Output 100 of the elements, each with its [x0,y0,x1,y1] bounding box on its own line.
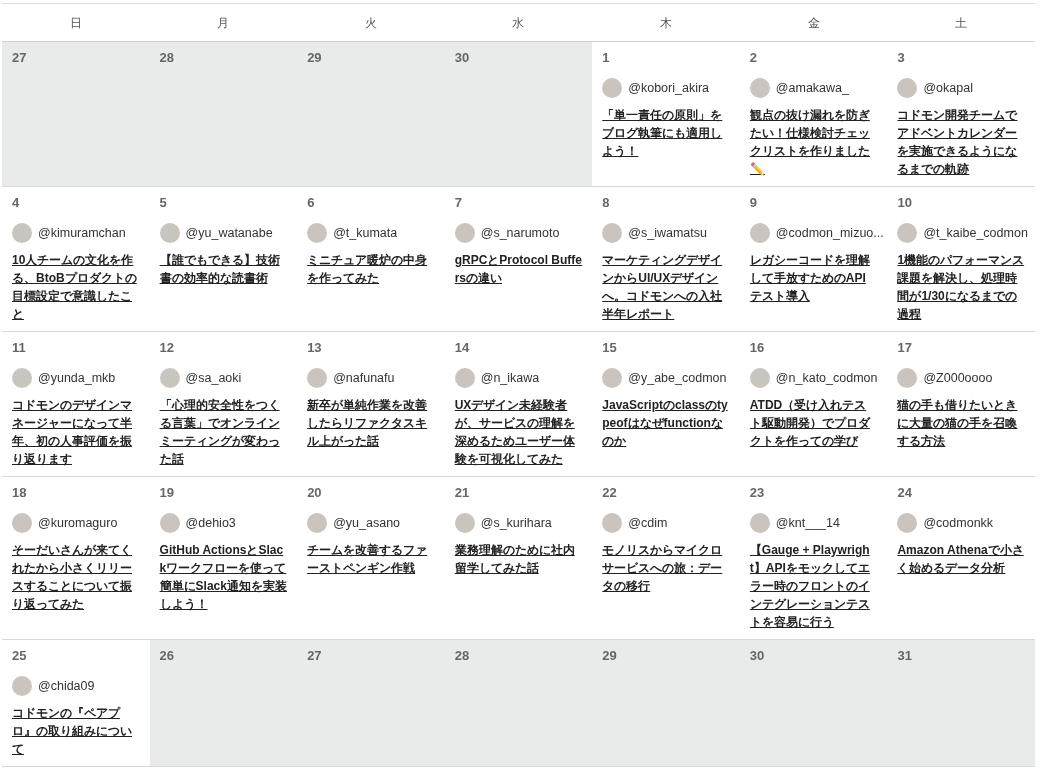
article-link[interactable]: コドモン開発チームでアドベントカレンダーを実施できるようになるまでの軌跡 [897,106,1025,178]
article-link[interactable]: JavaScriptのclassのtypeofはなぜfunctionなのか [602,396,730,450]
avatar-icon [454,368,475,388]
date-number: 14 [454,339,470,357]
date-number: 28 [454,647,470,665]
author-link[interactable]: @yu_watanabe [185,223,273,243]
avatar-icon [602,223,623,243]
avatar-icon [897,78,918,98]
author-link[interactable]: @amakawa_ [775,78,849,98]
article-link[interactable]: 「単一責任の原則」をブログ執筆にも適用しよう！ [602,106,730,160]
date-number: 1 [602,49,610,67]
avatar-icon [602,368,623,388]
date-number: 6 [307,194,315,212]
avatar-icon [159,368,180,388]
date-number: 9 [749,194,758,212]
article-link[interactable]: 10人チームの文化を作る、BtoBプロダクトの目標設定で意識したこと [12,251,140,323]
avatar-icon [159,223,180,243]
date-number: 18 [12,484,27,502]
article-link[interactable]: 「心理的安全性をつくる言葉」でオンラインミーティングが変わった話 [159,396,288,468]
avatar-icon [12,223,32,243]
author-link[interactable]: @s_iwamatsu [628,223,707,243]
author-link[interactable]: @s_narumoto [480,223,560,243]
date-number: 12 [159,339,175,357]
author-link[interactable]: @kobori_akira [628,78,710,98]
date-number: 25 [12,647,27,665]
date-number: 29 [602,647,617,665]
article-link[interactable]: 観点の抜け漏れを防ぎたい！仕様検討チェックリストを作りました✏ [749,106,878,178]
author-link[interactable]: @knt___14 [775,513,840,533]
author-link[interactable]: @kimuramchan [38,223,126,243]
article-link[interactable]: コドモンのデザインマネージャーになって半年、初の人事評価を振り返ります [12,396,140,468]
author-link[interactable]: @chida09 [38,676,95,696]
article-link[interactable]: 新卒が単純作業を改善したらリファクタスキル上がった話 [307,396,435,450]
avatar-icon [307,513,328,533]
date-number: 11 [12,339,26,357]
article-link[interactable]: gRPCとProtocol Buffersの違い [454,251,583,287]
article-link[interactable]: UXデザイン未経験者が、サービスの理解を深めるためユーザー体験を可視化してみた [454,396,583,468]
article-link[interactable]: マーケティングデザインからUI/UXデザインへ。コドモンへの入社半年レポート [602,251,730,323]
avatar-icon [897,223,918,243]
article-link[interactable]: 業務理解のために社内留学してみた話 [454,541,583,577]
article-link[interactable]: 猫の手も借りたいときに大量の猫の手を召喚する方法 [897,396,1025,450]
avatar-icon [749,368,770,388]
author-link[interactable]: @s_kurihara [480,513,552,533]
avatar-icon [307,368,328,388]
avatar-icon [12,513,32,533]
article-link[interactable]: 【誰でもできる】技術書の効率的な読書術 [159,251,288,287]
article-link[interactable]: モノリスからマイクロサービスへの旅：データの移行 [602,541,730,595]
date-number: 3 [897,49,905,67]
author-link[interactable]: @kuromaguro [38,513,118,533]
avatar-icon [897,513,918,533]
article-link[interactable]: チームを改善するファーストペンギン作戦 [307,541,435,577]
article-link[interactable]: そーだいさんが来てくれたから小さくリリースすることについて振り返ってみた [12,541,140,613]
avatar-icon [159,513,180,533]
avatar-icon [749,223,770,243]
article-link[interactable]: コドモンの『ペアプロ』の取り組みについて [12,704,140,758]
weekday-header: 水 [512,14,525,32]
author-link[interactable]: @sa_aoki [185,368,242,388]
author-link[interactable]: @n_ikawa [480,368,540,388]
author-link[interactable]: @codmonkk [923,513,994,533]
author-link[interactable]: @t_kumata [333,223,398,243]
author-link[interactable]: @yunda_mkb [38,368,116,388]
avatar-icon [602,513,623,533]
date-number: 13 [307,339,322,357]
article-link[interactable]: 【Gauge + Playwright】APIをモックしてエラー時のフロントのインテグレーションテストを容易に行う [749,541,878,631]
date-number: 2 [749,49,758,67]
date-number: 31 [897,647,912,665]
article-link[interactable]: レガシーコードを理解して手放すためのAPIテスト導入 [749,251,878,305]
author-link[interactable]: @dehio3 [185,513,236,533]
author-link[interactable]: @cdim [628,513,668,533]
date-number: 28 [159,49,175,67]
avatar-icon [749,513,770,533]
author-link[interactable]: @nafunafu [333,368,395,388]
avatar-icon [749,78,770,98]
author-link[interactable]: @y_abe_codmon [628,368,727,388]
article-link[interactable]: ATDD（受け入れテスト駆動開発）でプロダクトを作っての学び [749,396,878,450]
article-link[interactable]: GitHub ActionsとSlackワークフローを使って簡単にSlack通知を実装しよう！ [159,541,288,613]
date-number: 8 [602,194,610,212]
author-link[interactable]: @n_kato_codmon [775,368,878,388]
author-link[interactable]: @t_kaibe_codmon [923,223,1028,243]
article-link[interactable]: Amazon Athenaで小さく始めるデータ分析 [897,541,1025,577]
date-number: 7 [454,194,462,212]
article-link[interactable]: 1機能のパフォーマンス課題を解決し、処理時間が1/30になるまでの過程 [897,251,1025,323]
weekday-header: 日 [69,14,82,32]
weekday-header: 月 [217,14,230,32]
date-number: 19 [159,484,175,502]
date-number: 4 [12,194,20,212]
date-number: 23 [749,484,765,502]
weekday-header: 木 [660,14,673,32]
author-link[interactable]: @yu_asano [333,513,401,533]
author-link[interactable]: @codmon_mizuo... [775,223,884,243]
date-number: 16 [749,339,765,357]
date-number: 10 [897,194,912,212]
date-number: 22 [602,484,617,502]
author-link[interactable]: @okapal [923,78,973,98]
date-number: 24 [897,484,912,502]
avatar-icon [602,78,623,98]
article-link[interactable]: ミニチュア暖炉の中身を作ってみた [307,251,435,287]
date-number: 27 [12,49,27,67]
date-number: 21 [454,484,470,502]
author-link[interactable]: @Z000oooo [923,368,993,388]
date-number: 27 [307,647,322,665]
